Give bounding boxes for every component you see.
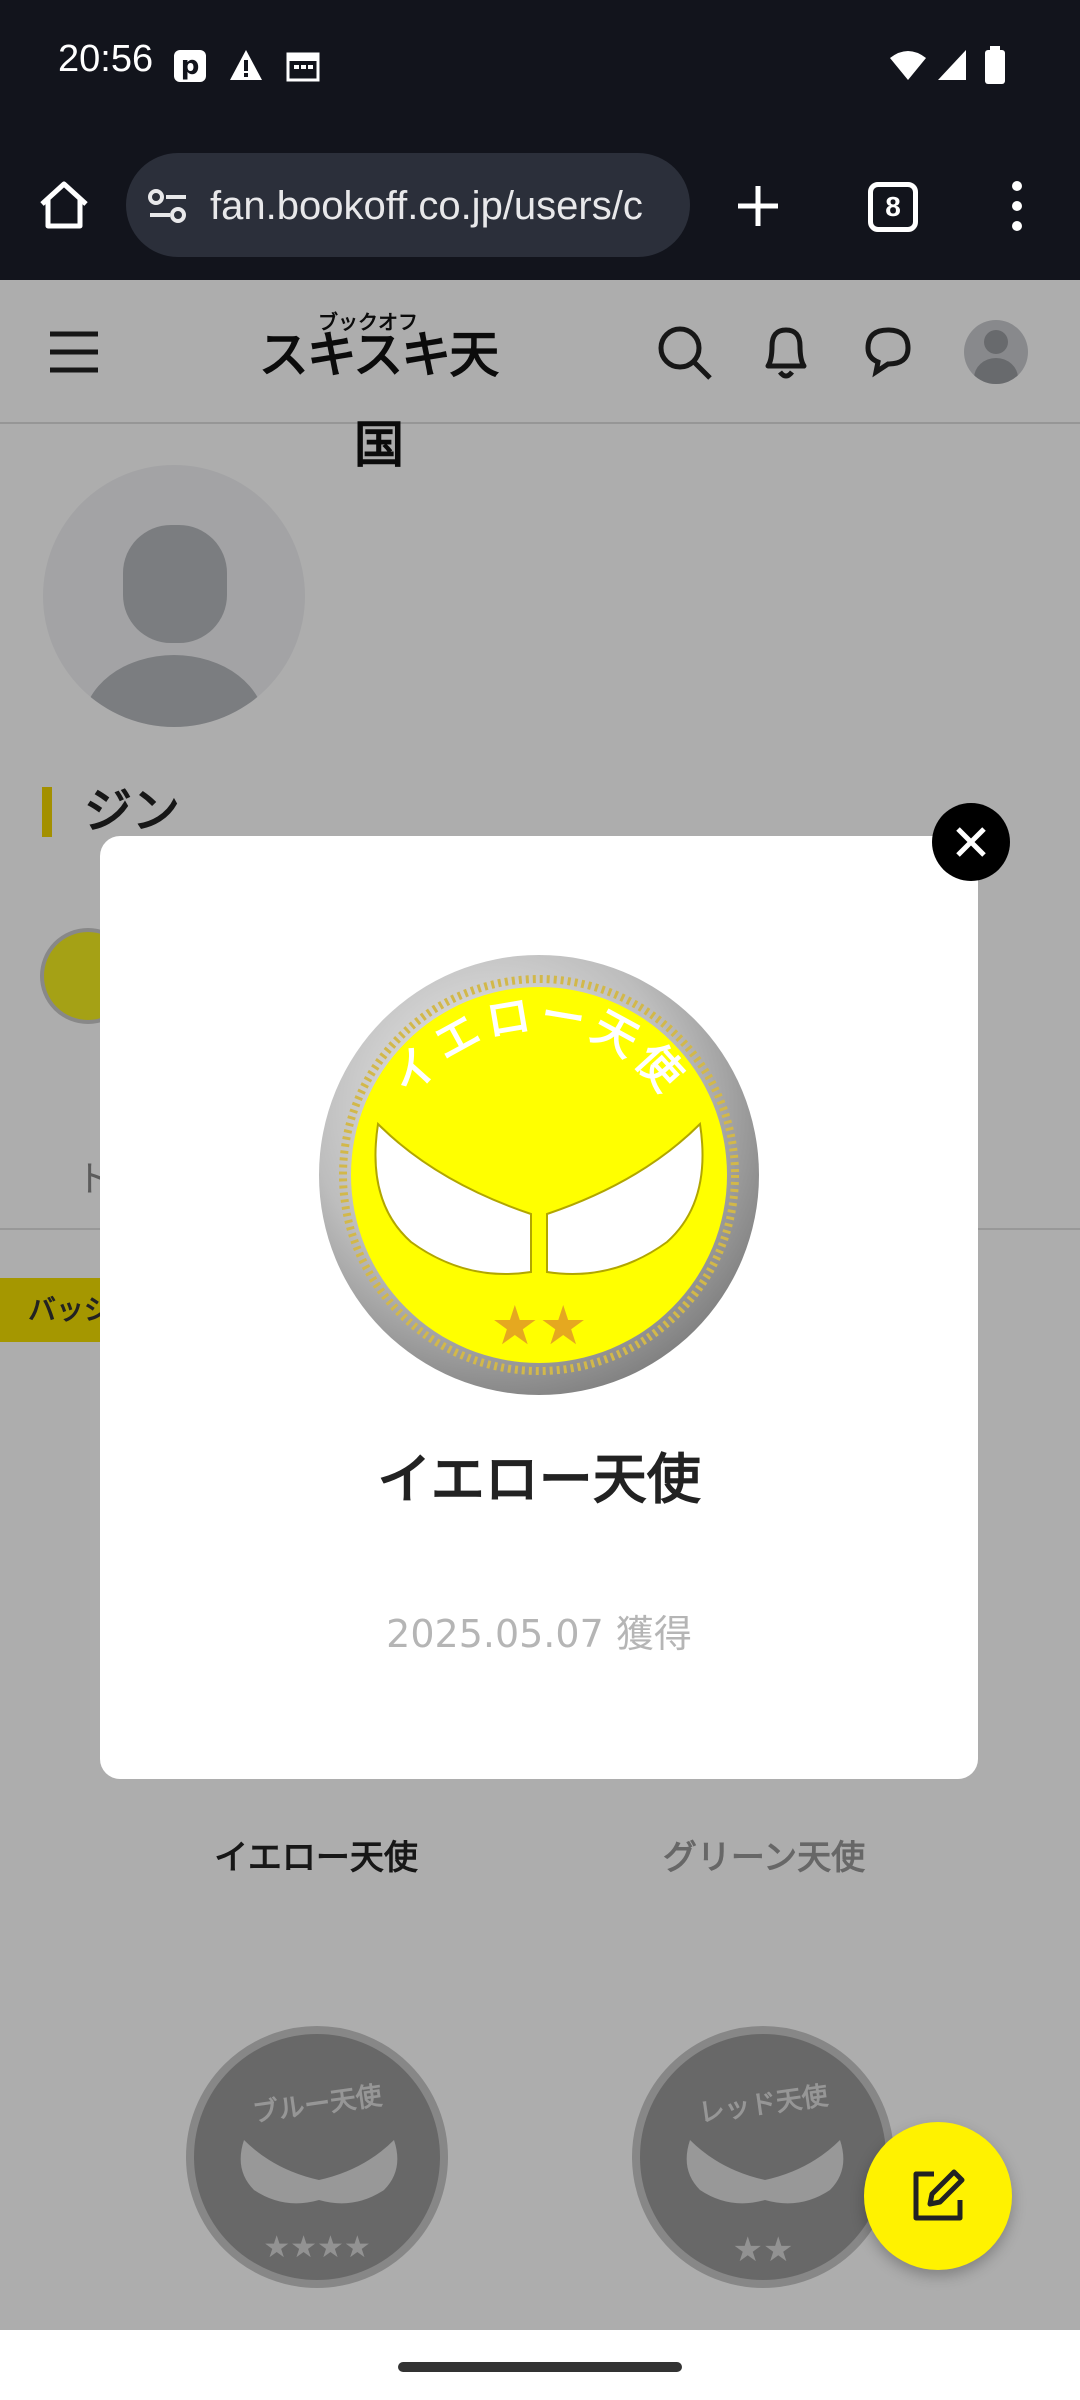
modal-acquired-date: 2025.05.07 獲得 [386,1612,692,1656]
p-icon: p [174,50,206,82]
edit-icon [913,2169,965,2221]
compose-button[interactable] [864,2122,1012,2270]
site-info-icon[interactable] [146,186,190,226]
url-text[interactable]: fan.bookoff.co.jp/users/c [210,178,670,234]
tab-count: 8 [885,191,901,222]
home-handle[interactable] [398,2362,682,2372]
plus-icon[interactable] [734,182,782,230]
signal-icon [938,50,966,80]
more-icon[interactable] [1004,178,1030,234]
close-icon [956,827,986,857]
close-button[interactable] [932,803,1010,881]
svg-text:★★: ★★ [491,1294,588,1357]
status-time: 20:56 [58,38,154,80]
battery-icon [985,46,1005,84]
yellow-angel-medal: イエロー天使 ★★ [319,955,759,1395]
warning-icon [230,50,262,80]
wifi-icon [890,51,926,80]
status-bar: 20:56 p [0,0,1080,140]
calendar-icon [286,52,320,82]
modal-title: イエロー天使 [377,1448,701,1511]
tabs-icon[interactable]: 8 [868,182,918,232]
home-icon[interactable] [36,178,92,232]
